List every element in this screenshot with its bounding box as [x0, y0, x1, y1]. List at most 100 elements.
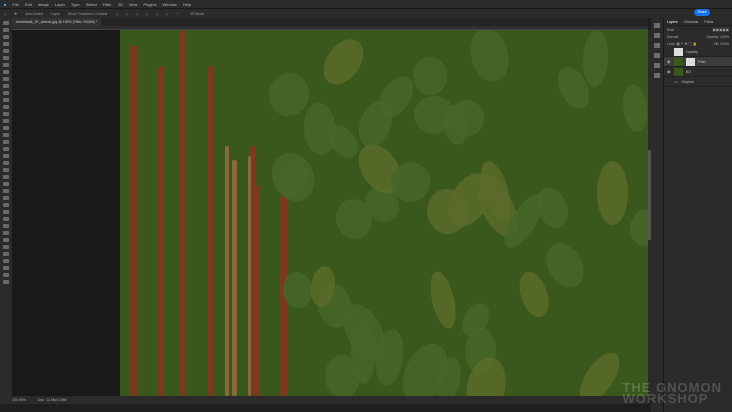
panel-icon[interactable] [654, 43, 660, 48]
leaf-texture [425, 269, 460, 331]
leaf-texture [513, 267, 554, 321]
layer-thumbnail [674, 47, 683, 56]
tab-channels[interactable]: Channels [684, 20, 699, 24]
stick-texture [248, 156, 251, 396]
menu-filter[interactable]: Filter [103, 2, 112, 7]
eye-icon[interactable]: ◉ [667, 59, 671, 64]
tool-icon[interactable] [3, 147, 9, 151]
filter-icons[interactable]: ▣▣▣▣▣ [712, 28, 729, 32]
layer-filter[interactable]: Kind [667, 28, 674, 32]
layer-name: Opacity [686, 49, 698, 54]
home-icon[interactable]: ⌂ [4, 12, 6, 16]
tool-icon[interactable] [3, 56, 9, 60]
tool-icon[interactable] [3, 224, 9, 228]
menu-select[interactable]: Select [86, 2, 97, 7]
opacity-label: Opacity: [706, 34, 720, 39]
tool-icon[interactable] [3, 49, 9, 53]
tool-icon[interactable] [3, 63, 9, 67]
tool-icon[interactable] [3, 77, 9, 81]
leaf-texture [264, 145, 324, 210]
eye-icon[interactable]: ◉ [667, 69, 671, 74]
tool-icon[interactable] [3, 35, 9, 39]
tool-icon[interactable] [3, 245, 9, 249]
leaf-texture [581, 30, 610, 88]
tool-icon[interactable] [3, 217, 9, 221]
document-tab[interactable]: wheatstalk_2K_Albedo.jpg @ 100% (Filter,… [12, 18, 102, 26]
menu-window[interactable]: Window [162, 2, 176, 7]
tool-icon[interactable] [3, 259, 9, 263]
tool-icon[interactable] [3, 238, 9, 242]
tool-icon[interactable] [3, 21, 9, 25]
tool-icon[interactable] [3, 140, 9, 144]
lock-icons[interactable]: ▦ ✎ ✥ ▢ 🔒 [676, 42, 697, 46]
menu-type[interactable]: Type [71, 2, 80, 7]
menu-image[interactable]: Image [38, 2, 49, 7]
menu-3d[interactable]: 3D [118, 2, 123, 7]
tool-icon[interactable] [3, 280, 9, 284]
leaf-texture [572, 346, 628, 396]
move-tool-icon[interactable]: ✥ [14, 12, 17, 16]
tool-icon[interactable] [3, 252, 9, 256]
leaf-texture [539, 236, 592, 295]
tool-icon[interactable] [3, 105, 9, 109]
tool-icon[interactable] [3, 273, 9, 277]
layer-row[interactable]: ◉ Filter [664, 57, 732, 67]
options-bar: ⌂ ✥ Auto-Select Layer Show Transform Con… [0, 8, 732, 18]
blend-mode-dropdown[interactable]: Normal [667, 35, 678, 39]
canvas[interactable] [120, 30, 648, 396]
menu-help[interactable]: Help [183, 2, 191, 7]
transform-controls-checkbox[interactable]: Show Transform Controls [68, 12, 108, 16]
leaf-texture [620, 83, 648, 134]
panel-icon[interactable] [654, 53, 660, 58]
tool-icon[interactable] [3, 210, 9, 214]
auto-select-checkbox[interactable]: Auto-Select [25, 12, 43, 16]
panel-icon[interactable] [654, 23, 660, 28]
tool-icon[interactable] [3, 98, 9, 102]
stick-texture [232, 160, 237, 396]
zoom-level[interactable]: 100.00% [12, 398, 26, 402]
tool-icon[interactable] [3, 231, 9, 235]
menu-layer[interactable]: Layer [55, 2, 65, 7]
tool-icon[interactable] [3, 175, 9, 179]
leaf-texture [464, 30, 514, 87]
leaf-texture [596, 161, 628, 226]
tool-icon[interactable] [3, 126, 9, 130]
tool-icon[interactable] [3, 266, 9, 270]
share-button[interactable]: Share [694, 9, 710, 16]
tool-icon[interactable] [3, 133, 9, 137]
tool-icon[interactable] [3, 70, 9, 74]
tool-icon[interactable] [3, 84, 9, 88]
panel-icon[interactable] [654, 73, 660, 78]
menu-view[interactable]: View [129, 2, 138, 7]
opacity-field[interactable]: 100% [720, 35, 729, 39]
tool-icon[interactable] [3, 28, 9, 32]
tool-icon[interactable] [3, 196, 9, 200]
tool-icon[interactable] [3, 119, 9, 123]
tool-icon[interactable] [3, 203, 9, 207]
layer-group-row[interactable]: ›▭ Original [664, 77, 732, 87]
menu-bar: ■ File Edit Image Layer Type Select Filt… [0, 0, 732, 8]
panel-icon[interactable] [654, 63, 660, 68]
layer-row[interactable]: ◉ BG [664, 67, 732, 77]
tool-icon[interactable] [3, 42, 9, 46]
layer-select-dropdown[interactable]: Layer [51, 12, 60, 16]
menu-plugins[interactable]: Plugins [143, 2, 156, 7]
tab-paths[interactable]: Paths [704, 20, 713, 24]
menu-edit[interactable]: Edit [25, 2, 32, 7]
fill-field[interactable]: 100% [720, 42, 729, 46]
lock-label: Lock: [667, 41, 676, 46]
layer-row[interactable]: Opacity [664, 47, 732, 57]
tool-icon[interactable] [3, 189, 9, 193]
tool-icon[interactable] [3, 112, 9, 116]
align-icons[interactable]: ⊥ ⊥ ⊥ ⊥ ⊥ ⊥ ⋯ [115, 12, 182, 16]
tool-icon[interactable] [3, 168, 9, 172]
stick-texture [255, 186, 260, 396]
tool-icon[interactable] [3, 161, 9, 165]
tool-icon[interactable] [3, 91, 9, 95]
menu-file[interactable]: File [12, 2, 18, 7]
folder-icon: ›▭ [674, 79, 679, 84]
tool-icon[interactable] [3, 154, 9, 158]
panel-icon[interactable] [654, 33, 660, 38]
tab-layers[interactable]: Layers [667, 20, 678, 24]
tool-icon[interactable] [3, 182, 9, 186]
